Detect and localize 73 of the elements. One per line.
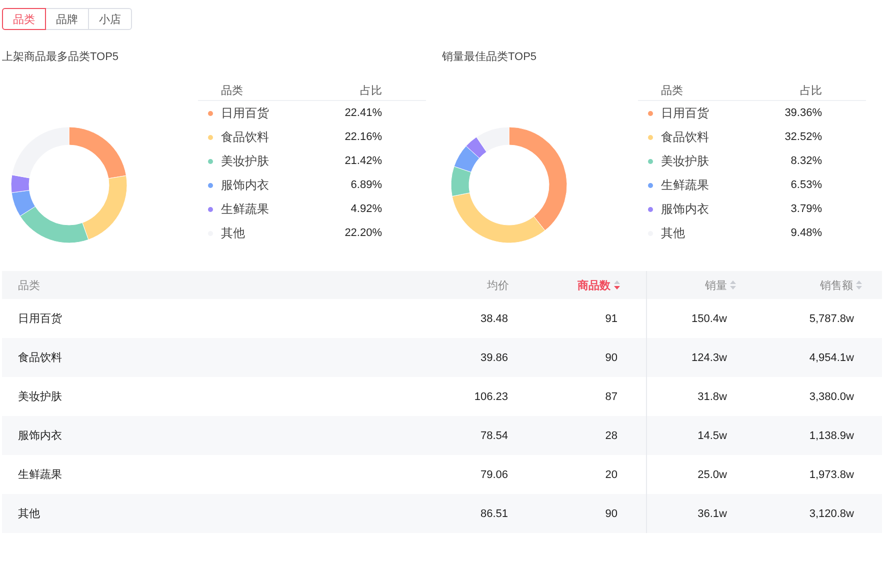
table-cell: 生鲜蔬果: [18, 469, 62, 481]
donut-slice: [68, 126, 126, 179]
legend-label: 服饰内衣: [221, 176, 270, 194]
table-cell: 25.0w: [698, 468, 727, 480]
legend-label: 食品饮料: [661, 128, 710, 146]
legend-label: 美妆护肤: [661, 152, 710, 170]
column-header: 品类: [18, 278, 40, 292]
table-cell: 14.5w: [698, 430, 727, 442]
legend-value: 3.79%: [790, 203, 822, 215]
table-cell: 39.86: [480, 352, 508, 364]
legend-value: 6.53%: [790, 179, 822, 191]
table-cell: 90: [605, 352, 618, 364]
sort-icon[interactable]: [856, 280, 862, 290]
legend-value: 21.42%: [344, 155, 382, 167]
legend-header: 品类: [661, 84, 684, 98]
tab[interactable]: 品牌: [45, 8, 89, 30]
legend-value: 8.32%: [790, 155, 822, 167]
table-cell: 1,973.8w: [809, 468, 854, 480]
legend-value: 22.20%: [344, 227, 382, 239]
legend-label: 生鲜蔬果: [221, 200, 270, 218]
legend-value: 6.89%: [350, 179, 382, 191]
table-cell: 服饰内衣: [18, 430, 62, 442]
legend-value: 32.52%: [784, 131, 822, 143]
table-cell: 5,787.8w: [809, 312, 854, 324]
table-cell: 其他: [18, 508, 40, 520]
legend-value: 9.48%: [790, 227, 822, 239]
table-cell: 28: [605, 430, 618, 442]
column-header: 均价: [487, 278, 509, 292]
table-cell: 91: [605, 312, 618, 324]
table-cell: 87: [605, 390, 618, 402]
legend-header: 品类: [221, 84, 244, 98]
legend-value: 22.16%: [344, 131, 382, 143]
legend-value: 22.41%: [344, 107, 382, 119]
donut-slice: [454, 146, 480, 172]
legend-label: 生鲜蔬果: [661, 176, 710, 194]
chart-title: 上架商品最多品类TOP5: [2, 50, 120, 65]
legend-label: 食品饮料: [221, 128, 270, 146]
table-cell: 3,380.0w: [809, 390, 854, 402]
legend-value: 39.36%: [784, 107, 822, 119]
legend-label: 服饰内衣: [661, 200, 710, 218]
legend-label: 其他: [221, 224, 246, 242]
legend-header: 占比: [799, 84, 822, 98]
table-cell: 20: [605, 468, 618, 480]
legend-label: 美妆护肤: [221, 152, 270, 170]
sort-icon[interactable]: [730, 280, 736, 290]
table-cell: 美妆护肤: [18, 391, 62, 403]
table-cell: 3,120.8w: [809, 508, 854, 520]
chart-title: 销量最佳品类TOP5: [442, 50, 538, 65]
column-header[interactable]: 销售额: [820, 278, 853, 292]
legend-label: 日用百货: [661, 104, 710, 122]
table-cell: 106.23: [474, 390, 508, 402]
column-header[interactable]: 商品数: [578, 278, 610, 292]
tab[interactable]: 品类: [2, 8, 46, 30]
table-cell: 78.54: [480, 430, 508, 442]
table-cell: 124.3w: [692, 352, 727, 364]
table-cell: 79.06: [480, 468, 508, 480]
table-cell: 38.48: [480, 312, 508, 324]
table-cell: 4,954.1w: [809, 352, 854, 364]
tab[interactable]: 小店: [88, 8, 132, 30]
column-header[interactable]: 销量: [705, 278, 727, 292]
table-cell: 31.8w: [698, 390, 727, 402]
legend-label: 日用百货: [221, 104, 270, 122]
table-cell: 食品饮料: [18, 352, 62, 364]
legend-label: 其他: [661, 224, 686, 242]
legend-header: 占比: [359, 84, 382, 98]
table-cell: 86.51: [480, 508, 508, 520]
sort-icon[interactable]: [614, 280, 620, 290]
table-cell: 150.4w: [692, 312, 727, 324]
table-cell: 36.1w: [698, 508, 727, 520]
table-cell: 日用百货: [18, 313, 62, 325]
table-cell: 1,138.9w: [809, 430, 854, 442]
table-cell: 90: [605, 508, 618, 520]
legend-value: 4.92%: [350, 203, 382, 215]
